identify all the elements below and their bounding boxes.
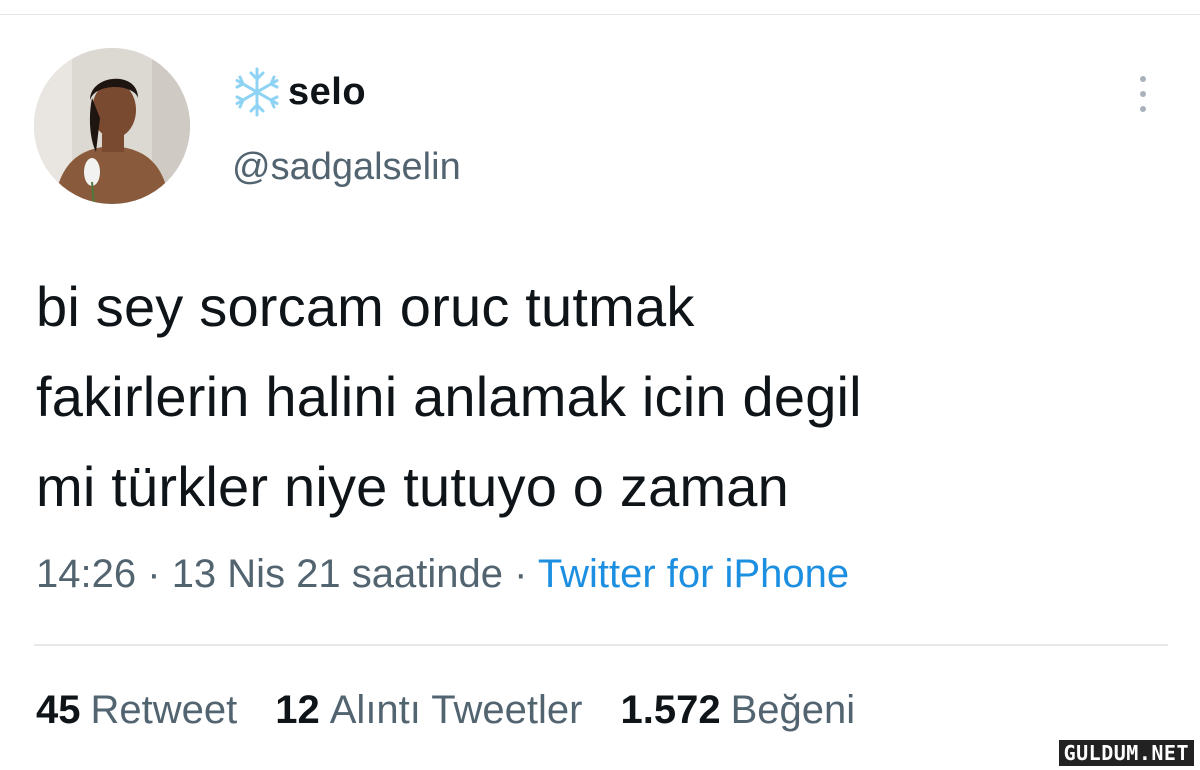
more-options-button[interactable] bbox=[1128, 72, 1158, 116]
more-dot-icon bbox=[1140, 106, 1146, 112]
retweets-label: Retweet bbox=[90, 688, 238, 732]
quotes-label: Alıntı Tweetler bbox=[329, 688, 583, 732]
tweet-date[interactable]: 13 Nis 21 saatinde bbox=[172, 552, 503, 596]
tweet-stats: 45 Retweet 12 Alıntı Tweetler 1.572 Beğeni bbox=[36, 688, 855, 733]
more-dot-icon bbox=[1140, 91, 1146, 97]
tweet-time[interactable]: 14:26 bbox=[36, 552, 136, 596]
meta-separator: · bbox=[514, 552, 528, 596]
quotes-count: 12 bbox=[275, 688, 320, 732]
likes-label: Beğeni bbox=[730, 688, 856, 732]
stats-divider bbox=[34, 644, 1168, 646]
retweets-count: 45 bbox=[36, 688, 81, 732]
more-dot-icon bbox=[1140, 76, 1146, 82]
avatar[interactable] bbox=[34, 48, 190, 204]
retweets-stat[interactable]: 45 Retweet bbox=[36, 688, 237, 733]
display-name: selo bbox=[288, 70, 367, 113]
meta-separator: · bbox=[147, 552, 161, 596]
quotes-stat[interactable]: 12 Alıntı Tweetler bbox=[275, 688, 582, 733]
user-handle[interactable]: @sadgalselin bbox=[232, 146, 461, 189]
likes-count: 1.572 bbox=[620, 688, 721, 732]
site-watermark: GULDUM.NET bbox=[1058, 740, 1194, 766]
snowflake-icon bbox=[230, 65, 284, 119]
tweet-meta: 14:26 · 13 Nis 21 saatinde · Twitter for… bbox=[36, 552, 849, 597]
top-divider bbox=[0, 14, 1200, 15]
tweet-text: bi sey sorcam oruc tutmak fakirlerin hal… bbox=[36, 275, 862, 518]
display-name-row[interactable]: selo bbox=[230, 62, 366, 122]
likes-stat[interactable]: 1.572 Beğeni bbox=[620, 688, 855, 733]
tweet-source-link[interactable]: Twitter for iPhone bbox=[538, 552, 849, 596]
